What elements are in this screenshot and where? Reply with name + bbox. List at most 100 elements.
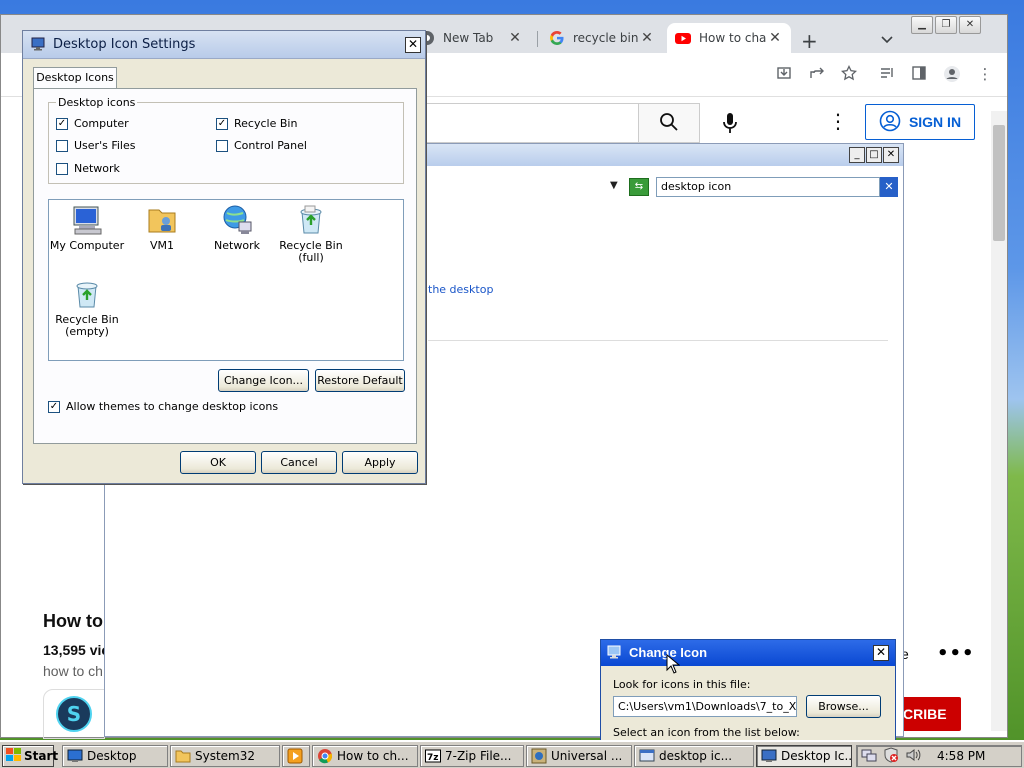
display-settings-icon <box>607 645 621 659</box>
result-link[interactable]: the desktop <box>428 283 493 296</box>
tab-youtube[interactable]: How to cha ✕ <box>667 23 791 53</box>
media-icon <box>287 748 303 764</box>
checkbox-network[interactable]: Network <box>56 162 120 175</box>
taskbar-item-media[interactable] <box>282 745 310 767</box>
display-icon <box>761 748 777 764</box>
taskbar-item-universal[interactable]: Universal ... <box>526 745 632 767</box>
tab-desktop-icons[interactable]: Desktop Icons <box>33 67 117 89</box>
sign-in-label: SIGN IN <box>908 114 962 130</box>
start-label: Start <box>24 749 59 763</box>
checkbox-computer[interactable]: ✓ Computer <box>56 117 129 130</box>
taskbar-item-7zip[interactable]: 7z 7-Zip File... <box>420 745 524 767</box>
chrome-scrollbar[interactable] <box>991 111 1007 731</box>
taskbar-item-system32[interactable]: System32 <box>170 745 280 767</box>
close-button[interactable]: ✕ <box>873 645 889 661</box>
close-icon[interactable]: ✕ <box>639 30 655 46</box>
video-more-icon[interactable]: ••• <box>937 643 975 664</box>
close-button[interactable]: ✕ <box>959 16 981 34</box>
volume-icon[interactable] <box>905 747 921 766</box>
tab-recycle-bin[interactable]: recycle bin ✕ <box>541 23 663 53</box>
tab-new-tab[interactable]: New Tab ✕ <box>411 23 531 53</box>
ok-button[interactable]: OK <box>180 451 256 474</box>
taskbar-item-label: System32 <box>195 749 256 763</box>
taskbar-item-chrome[interactable]: How to ch... <box>312 745 418 767</box>
new-tab-button[interactable]: + <box>801 29 818 53</box>
bookmark-star-icon[interactable] <box>839 64 859 85</box>
tab-separator <box>537 31 538 47</box>
channel-avatar[interactable]: S <box>56 696 92 732</box>
7zip-icon: 7z <box>425 748 441 764</box>
subscribe-button[interactable]: CRIBE <box>897 697 961 731</box>
video-views: 13,595 vie <box>43 642 110 658</box>
taskbar-item-desktop-icon-settings[interactable]: Desktop Ic... <box>756 745 852 767</box>
icon-item-recycle-bin-empty[interactable]: Recycle Bin (empty) <box>49 278 125 338</box>
youtube-search-button[interactable] <box>638 103 700 143</box>
icon-item-vm1[interactable]: VM1 <box>124 204 200 252</box>
close-button[interactable]: ✕ <box>883 147 899 163</box>
chrome-menu-icon[interactable]: ⋮ <box>975 65 995 83</box>
change-icon-button[interactable]: Change Icon... <box>218 369 309 392</box>
user-folder-icon <box>146 204 178 236</box>
icon-label: Recycle Bin (empty) <box>55 313 119 338</box>
address-dropdown-icon[interactable]: ▼ <box>610 180 618 191</box>
maximize-button[interactable]: ❐ <box>935 16 957 34</box>
system-tray: 4:58 PM <box>856 745 1022 767</box>
taskbar-item-desktop[interactable]: Desktop <box>62 745 168 767</box>
video-description: how to ch <box>43 663 103 679</box>
my-computer-icon <box>71 204 103 236</box>
taskbar-item-label: How to ch... <box>337 749 409 763</box>
checkbox-label: Computer <box>74 117 129 130</box>
checkbox-users-files[interactable]: User's Files <box>56 139 135 152</box>
minimize-button[interactable]: _ <box>849 147 865 163</box>
tab-title: How to cha <box>699 31 767 45</box>
security-alert-icon[interactable] <box>883 746 899 766</box>
icon-item-recycle-bin-full[interactable]: Recycle Bin (full) <box>273 204 349 264</box>
tab-search-button[interactable] <box>881 33 893 47</box>
explorer-search-input[interactable]: desktop icon <box>656 177 880 197</box>
maximize-button[interactable]: □ <box>866 147 882 163</box>
close-button[interactable]: ✕ <box>405 37 421 53</box>
taskbar-item-label: Desktop <box>87 749 137 763</box>
checkbox-label: Network <box>74 162 120 175</box>
more-options-icon[interactable]: ⋮ <box>828 109 848 133</box>
checkbox-recycle-bin[interactable]: ✓ Recycle Bin <box>216 117 297 130</box>
restore-default-button[interactable]: Restore Default <box>315 369 405 392</box>
close-icon[interactable]: ✕ <box>767 30 783 46</box>
mouse-cursor-icon <box>666 653 681 674</box>
side-panel-icon[interactable] <box>909 65 929 85</box>
reading-list-icon[interactable] <box>877 65 897 85</box>
network-icon <box>221 204 253 236</box>
network-tray-icon[interactable] <box>861 747 877 766</box>
share-icon[interactable] <box>807 65 827 85</box>
folder-icon <box>175 748 191 764</box>
checkbox-label: Recycle Bin <box>234 117 298 130</box>
microphone-icon[interactable] <box>718 109 742 137</box>
scrollbar-thumb[interactable] <box>993 125 1005 241</box>
check-icon: ✓ <box>216 117 228 130</box>
browse-button[interactable]: Browse... <box>806 695 881 718</box>
icon-item-network[interactable]: Network <box>199 204 275 252</box>
icon-label: Recycle Bin (full) <box>279 239 343 264</box>
icon-file-path-input[interactable]: C:\Users\vm1\Downloads\7_to_XP_p <box>613 696 797 717</box>
close-icon[interactable]: ✕ <box>507 30 523 46</box>
tab-panel: Desktop icons ✓ Computer ✓ Recycle Bin U… <box>33 88 417 444</box>
install-icon[interactable] <box>774 65 794 85</box>
checkbox-control-panel[interactable]: Control Panel <box>216 139 307 152</box>
checkbox-allow-themes[interactable]: ✓ Allow themes to change desktop icons <box>48 400 278 413</box>
minimize-button[interactable]: ▁ <box>911 16 933 34</box>
clear-search-icon[interactable]: ✕ <box>880 177 898 197</box>
check-icon: ✓ <box>56 117 68 130</box>
video-title: How to <box>43 611 103 631</box>
start-button[interactable]: Start <box>2 745 58 767</box>
youtube-search-input[interactable] <box>406 103 638 143</box>
taskbar-item-desktop-icon-search[interactable]: desktop ic... <box>634 745 754 767</box>
desktop-icon-settings-dialog: Desktop Icon Settings ✕ Desktop Icons De… <box>22 30 426 484</box>
google-icon <box>549 30 565 46</box>
sign-in-button[interactable]: SIGN IN <box>865 104 975 140</box>
clock[interactable]: 4:58 PM <box>937 749 985 763</box>
go-button[interactable]: ⇆ <box>629 178 649 196</box>
apply-button[interactable]: Apply <box>342 451 418 474</box>
icon-item-my-computer[interactable]: My Computer <box>49 204 125 252</box>
profile-icon[interactable] <box>942 65 962 87</box>
cancel-button[interactable]: Cancel <box>261 451 337 474</box>
